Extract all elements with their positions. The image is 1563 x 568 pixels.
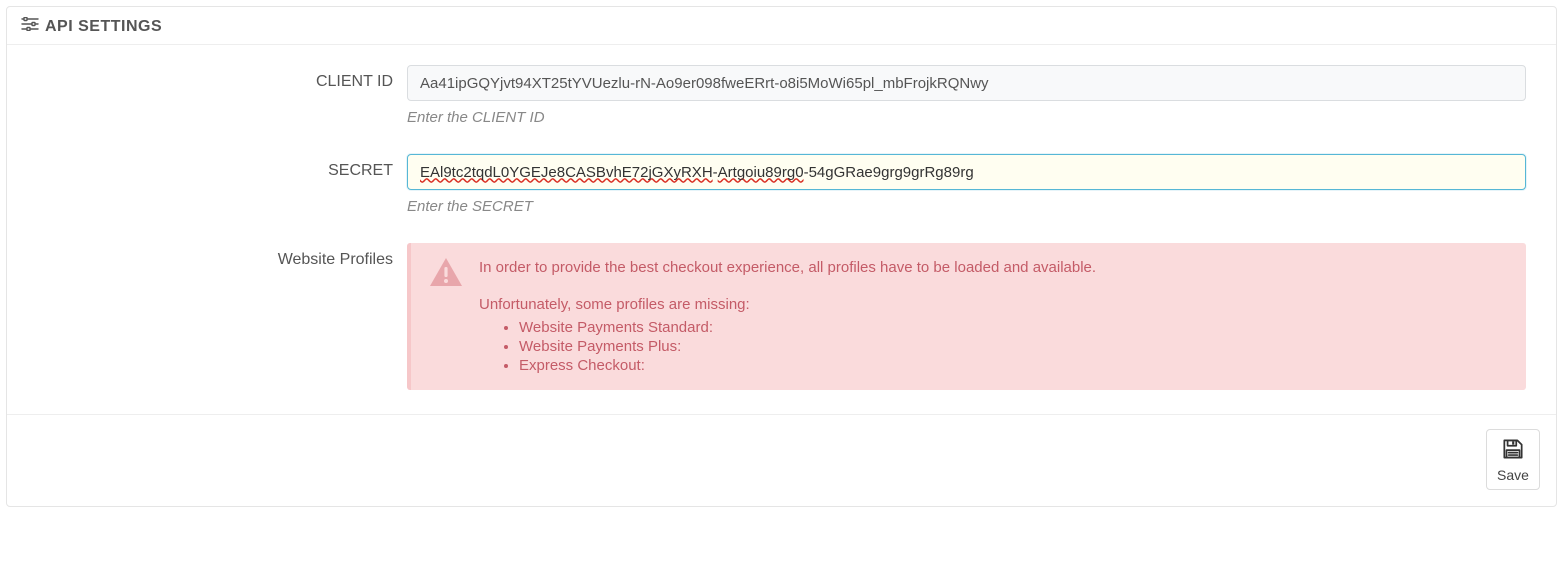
list-item: Express Checkout: [519, 357, 1508, 374]
secret-input[interactable]: EAl9tc2tqdL0YGEJe8CASBvhE72jGXyRXH-Artgo… [407, 154, 1526, 190]
alert-line-1: In order to provide the best checkout ex… [479, 259, 1508, 276]
missing-profiles-list: Website Payments Standard: Website Payme… [479, 319, 1508, 374]
warning-icon [429, 257, 463, 376]
secret-label: SECRET [37, 154, 407, 180]
website-profiles-label: Website Profiles [37, 243, 407, 269]
secret-value-seg3: 54gGRae9grg9grRg89rg [809, 164, 974, 181]
profiles-warning-alert: In order to provide the best checkout ex… [407, 243, 1526, 390]
save-button-label: Save [1497, 467, 1529, 483]
client-id-field-wrap: Enter the CLIENT ID [407, 65, 1526, 126]
list-item: Website Payments Plus: [519, 338, 1508, 355]
panel-title: API SETTINGS [45, 18, 162, 36]
secret-value-seg2: Artgoiu89rg0 [718, 164, 804, 181]
client-id-input[interactable] [407, 65, 1526, 101]
save-button[interactable]: Save [1486, 429, 1540, 490]
settings-bars-icon [21, 17, 39, 36]
list-item: Website Payments Standard: [519, 319, 1508, 336]
panel-body: CLIENT ID Enter the CLIENT ID SECRET EAl… [7, 45, 1556, 414]
client-id-help: Enter the CLIENT ID [407, 109, 1526, 126]
secret-field-wrap: EAl9tc2tqdL0YGEJe8CASBvhE72jGXyRXH-Artgo… [407, 154, 1526, 215]
website-profiles-field: In order to provide the best checkout ex… [407, 243, 1526, 390]
alert-body: In order to provide the best checkout ex… [479, 259, 1508, 376]
panel-footer: Save [7, 414, 1556, 506]
secret-help: Enter the SECRET [407, 198, 1526, 215]
api-settings-panel: API SETTINGS CLIENT ID Enter the CLIENT … [6, 6, 1557, 507]
row-secret: SECRET EAl9tc2tqdL0YGEJe8CASBvhE72jGXyRX… [37, 154, 1526, 215]
alert-line-2: Unfortunately, some profiles are missing… [479, 296, 1508, 313]
secret-value-seg1: EAl9tc2tqdL0YGEJe8CASBvhE72jGXyRXH [420, 164, 713, 181]
panel-header: API SETTINGS [7, 7, 1556, 45]
row-website-profiles: Website Profiles In order to provide the… [37, 243, 1526, 390]
client-id-label: CLIENT ID [37, 65, 407, 91]
save-icon [1500, 436, 1526, 465]
row-client-id: CLIENT ID Enter the CLIENT ID [37, 65, 1526, 126]
